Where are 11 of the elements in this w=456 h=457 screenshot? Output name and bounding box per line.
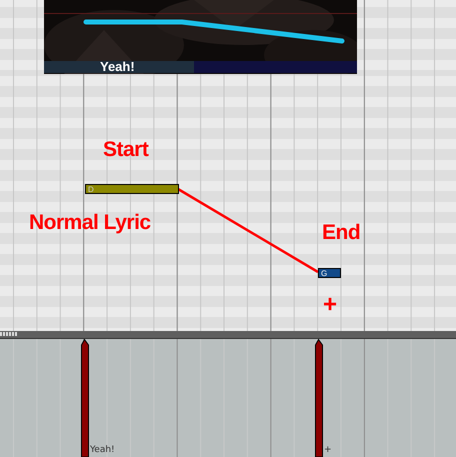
grip-icon[interactable] — [0, 332, 17, 336]
annotation-label: End — [322, 221, 360, 245]
annotation-label: Normal Lyric — [29, 211, 151, 235]
annotation-label: + — [323, 291, 337, 319]
lyric-marker[interactable] — [315, 339, 323, 457]
note-block[interactable]: G — [318, 268, 341, 278]
preview-lyric: Yeah! — [100, 59, 135, 74]
lyric-marker[interactable] — [81, 339, 89, 457]
marker-label: Yeah! — [90, 445, 115, 455]
marker-label: + — [324, 445, 332, 455]
annotation-label: Start — [103, 138, 148, 162]
